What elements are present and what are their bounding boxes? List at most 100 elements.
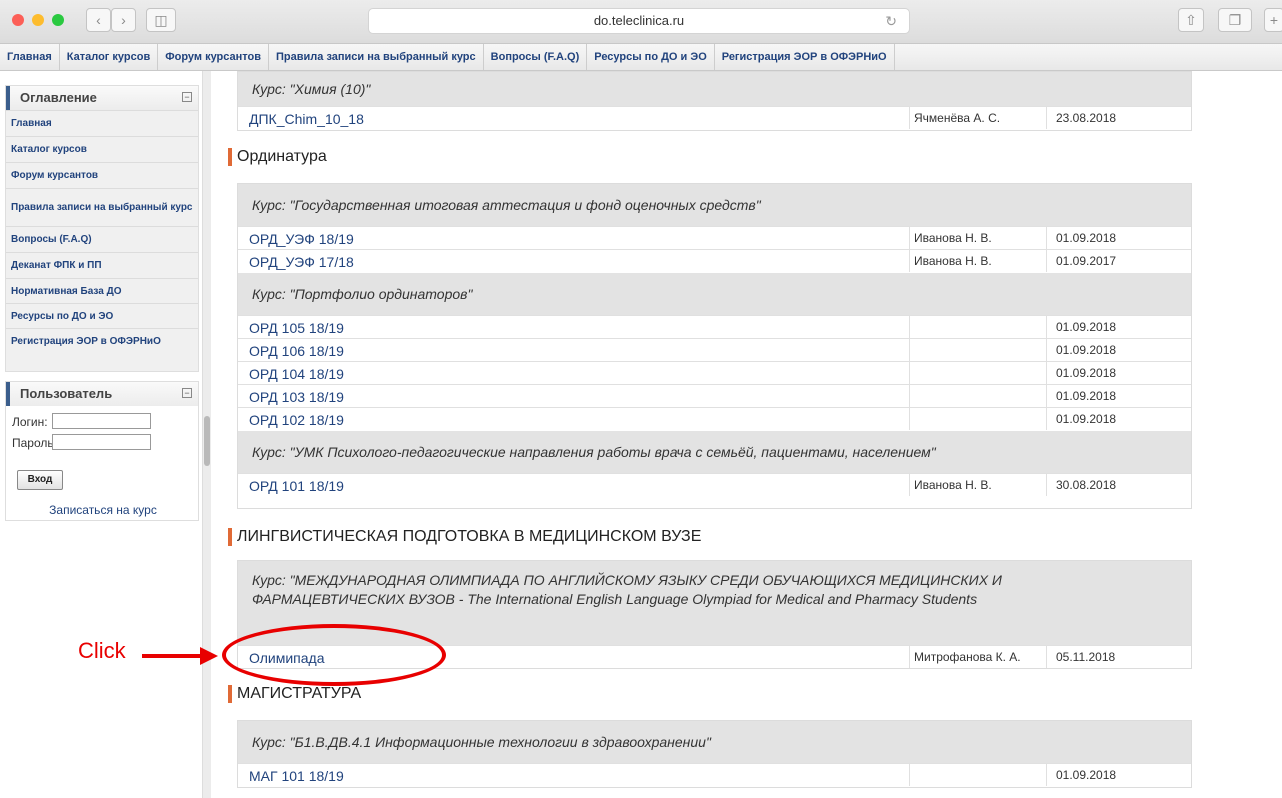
course-header: Курс: "Химия (10)" [238, 72, 1191, 106]
course-link[interactable]: ОРД 104 18/19 [249, 366, 344, 382]
sidebar-item-rules[interactable]: Правила записи на выбранный курс [6, 188, 198, 226]
course-date: 30.08.2018 [1056, 478, 1117, 492]
topnav-home[interactable]: Главная [0, 44, 60, 70]
sidebar-item-catalog[interactable]: Каталог курсов [6, 136, 198, 162]
address-bar[interactable]: do.teleclinica.ru ↻ [368, 8, 910, 34]
login-row: Логин: [12, 413, 151, 429]
url-text: do.teleclinica.ru [593, 13, 685, 28]
topnav-registration[interactable]: Регистрация ЭОР в ОФЭРНиО [715, 44, 895, 70]
course-date: 01.09.2018 [1056, 389, 1117, 403]
section-title-linguistic: ЛИНГВИСТИЧЕСКАЯ ПОДГОТОВКА В МЕДИЦИНСКОМ… [228, 528, 701, 546]
table-row: ОРД 103 18/19 01.09.2018 [238, 384, 1191, 407]
teacher-name [909, 385, 1047, 407]
collapse-icon[interactable]: − [182, 92, 192, 102]
user-title: Пользователь [20, 386, 113, 401]
table-row: ОРД 105 18/19 01.09.2018 [238, 315, 1191, 338]
teacher-name: Ячменёва А. С. [909, 107, 1047, 129]
teacher-name: Иванова Н. В. [909, 474, 1047, 496]
sidebar-item-faq[interactable]: Вопросы (F.A.Q) [6, 226, 198, 252]
course-link[interactable]: ОРД 101 18/19 [249, 478, 344, 494]
teacher-name [909, 339, 1047, 361]
course-group-masters: Курс: "Б1.В.ДВ.4.1 Информационные технол… [237, 720, 1192, 788]
scrollbar-thumb[interactable] [204, 416, 210, 466]
table-row: МАГ 101 18/19 01.09.2018 [238, 763, 1191, 786]
click-annotation-label: Click [78, 638, 126, 663]
topnav-resources[interactable]: Ресурсы по ДО и ЭО [587, 44, 715, 70]
course-title-line-1: Курс: "МЕЖДУНАРОДНАЯ ОЛИМПИАДА ПО АНГЛИЙ… [252, 572, 1002, 588]
course-link[interactable]: МАГ 101 18/19 [249, 768, 344, 784]
sidebar-item-normative[interactable]: Нормативная База ДО [6, 278, 198, 303]
scrollbar[interactable] [203, 71, 211, 798]
table-row: ОРД_УЭФ 18/19 Иванова Н. В. 01.09.2018 [238, 226, 1191, 249]
annotation-ellipse [222, 624, 446, 686]
sidebar-toggle-icon[interactable]: ◫ [146, 8, 176, 32]
table-row: ОРД 101 18/19 Иванова Н. В. 30.08.2018 [238, 473, 1191, 496]
course-list: Курс: "Химия (10)" ДПК_Chim_10_18 Ячменёв… [211, 71, 1282, 798]
teacher-name: Митрофанова К. А. [909, 646, 1047, 668]
teacher-name [909, 316, 1047, 338]
teacher-name [909, 408, 1047, 430]
course-date: 01.09.2017 [1056, 254, 1117, 268]
sidebar-item-deanery[interactable]: Деканат ФПК и ПП [6, 252, 198, 278]
course-date: 01.09.2018 [1056, 768, 1117, 782]
zoom-window-icon[interactable] [52, 14, 64, 26]
login-label: Логин: [12, 415, 48, 429]
course-link[interactable]: ОРД 103 18/19 [249, 389, 344, 405]
toc-block: Оглавление − Главная Каталог курсов Форум… [5, 85, 199, 372]
topnav-rules[interactable]: Правила записи на выбранный курс [269, 44, 484, 70]
user-header: Пользователь − [6, 382, 198, 406]
table-row: ОРД 106 18/19 01.09.2018 [238, 338, 1191, 361]
login-button[interactable]: Вход [17, 470, 63, 490]
tabs-icon[interactable]: ❐ [1218, 8, 1252, 32]
sidebar-item-home[interactable]: Главная [6, 110, 198, 136]
share-icon[interactable]: ⇧ [1178, 8, 1204, 32]
section-title-masters: МАГИСТРАТУРА [228, 685, 361, 703]
sidebar: Оглавление − Главная Каталог курсов Форум… [0, 71, 203, 798]
topnav-forum[interactable]: Форум курсантов [158, 44, 270, 70]
course-link[interactable]: ОРД 105 18/19 [249, 320, 344, 336]
course-date: 01.09.2018 [1056, 343, 1117, 357]
course-date: 05.11.2018 [1056, 650, 1116, 664]
minimize-window-icon[interactable] [32, 14, 44, 26]
course-link[interactable]: ОРД_УЭФ 18/19 [249, 231, 354, 247]
toc-header: Оглавление − [6, 86, 198, 110]
course-date: 01.09.2018 [1056, 231, 1117, 245]
table-row: ДПК_Chim_10_18 Ячменёва А. С. 23.08.2018 [238, 106, 1191, 129]
collapse-icon[interactable]: − [182, 388, 192, 398]
login-input[interactable] [52, 413, 151, 429]
sidebar-item-registration[interactable]: Регистрация ЭОР в ОФЭРНиО [6, 328, 198, 353]
password-label: Пароль: [12, 436, 57, 450]
sidebar-item-resources[interactable]: Ресурсы по ДО и ЭО [6, 303, 198, 328]
course-date: 01.09.2018 [1056, 366, 1117, 380]
course-group-chemistry: Курс: "Химия (10)" ДПК_Chim_10_18 Ячменёв… [237, 71, 1192, 131]
course-date: 23.08.2018 [1056, 111, 1117, 125]
topnav-faq[interactable]: Вопросы (F.A.Q) [484, 44, 588, 70]
forward-button[interactable]: › [111, 8, 136, 32]
course-header: Курс: "Портфолио ординаторов" [238, 273, 1191, 315]
course-link[interactable]: ОРД 106 18/19 [249, 343, 344, 359]
teacher-name [909, 362, 1047, 384]
browser-toolbar: ‹ › ◫ do.teleclinica.ru ↻ ⇧ ❐ + [0, 0, 1282, 44]
course-group-residency: Курс: "Государственная итоговая аттестац… [237, 183, 1192, 509]
toc-title: Оглавление [20, 90, 97, 105]
course-link[interactable]: ДПК_Chim_10_18 [249, 111, 364, 127]
course-title-line-2: ФАРМАЦЕВТИЧЕСКИХ ВУЗОВ - The Internation… [252, 591, 978, 607]
top-navigation: Главная Каталог курсов Форум курсантов П… [0, 44, 1282, 71]
table-row: ОРД 102 18/19 01.09.2018 [238, 407, 1191, 430]
close-window-icon[interactable] [12, 14, 24, 26]
table-row: ОРД 104 18/19 01.09.2018 [238, 361, 1191, 384]
password-input[interactable] [52, 434, 151, 450]
back-button[interactable]: ‹ [86, 8, 111, 32]
course-header: Курс: "Государственная итоговая аттестац… [238, 184, 1191, 226]
user-block: Пользователь − Логин: Пароль: Вход Записа… [5, 381, 199, 521]
sidebar-item-forum[interactable]: Форум курсантов [6, 162, 198, 188]
topnav-catalog[interactable]: Каталог курсов [60, 44, 159, 70]
enroll-link[interactable]: Записаться на курс [6, 503, 200, 517]
course-header: Курс: "Б1.В.ДВ.4.1 Информационные технол… [238, 721, 1191, 763]
course-link[interactable]: ОРД_УЭФ 17/18 [249, 254, 354, 270]
reload-icon[interactable]: ↻ [885, 9, 897, 33]
course-link[interactable]: ОРД 102 18/19 [249, 412, 344, 428]
new-tab-button[interactable]: + [1264, 8, 1282, 32]
teacher-name: Иванова Н. В. [909, 250, 1047, 272]
course-date: 01.09.2018 [1056, 412, 1117, 426]
